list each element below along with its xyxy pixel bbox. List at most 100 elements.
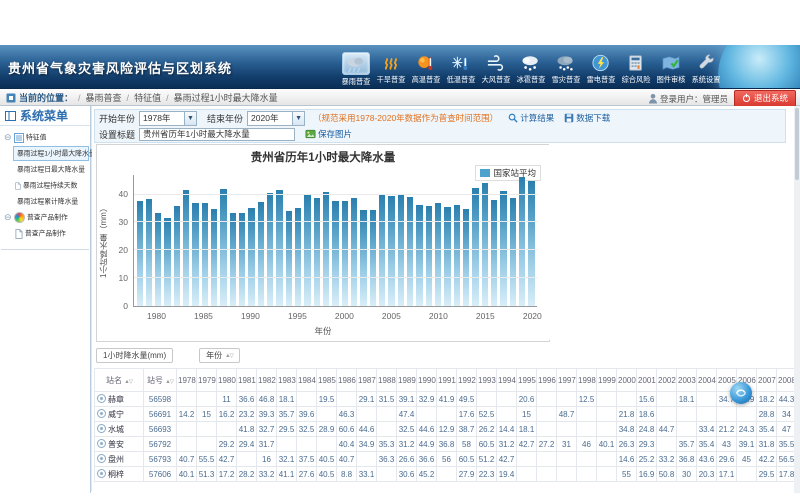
value-cell: 31.5 [377, 392, 397, 407]
year-column-header[interactable]: 1987 [357, 369, 377, 392]
station-name-cell[interactable]: 普安 [95, 437, 144, 452]
nav-settings[interactable]: 系统设置 [688, 52, 723, 87]
year-column-header[interactable]: 1984 [297, 369, 317, 392]
nav-snow[interactable]: 雪灾普查 [548, 52, 583, 87]
tree-group-products[interactable]: ⊖ 普查产品制作 [1, 210, 89, 225]
value-cell [617, 392, 637, 407]
collapse-icon[interactable]: ⊖ [4, 213, 12, 222]
row-expand-icon[interactable] [97, 439, 106, 448]
breadcrumb-segment[interactable]: 暴雨普查 [86, 91, 122, 104]
value-cell [577, 407, 597, 422]
year-column-header[interactable]: 2000 [617, 369, 637, 392]
value-cell: 28.8 [757, 407, 777, 422]
station-name-cell[interactable]: 水城 [95, 422, 144, 437]
year-column-header[interactable]: 1989 [397, 369, 417, 392]
scrollbar-thumb[interactable] [795, 108, 799, 180]
nav-composite-risk[interactable]: 综合风险 [618, 52, 653, 87]
year-column-header[interactable]: 2007 [757, 369, 777, 392]
end-year-select[interactable]: 2020年 ▼ [247, 111, 305, 126]
value-cell: 16.9 [637, 467, 657, 482]
year-column-header[interactable]: 2004 [697, 369, 717, 392]
row-expand-icon[interactable] [97, 454, 106, 463]
chart-title-input[interactable] [139, 128, 295, 141]
sidebar-item-hourly-max-precip[interactable]: 暴雨过程1小时最大降水量 [13, 146, 89, 161]
vertical-scrollbar[interactable] [794, 106, 800, 493]
sidebar-item-product-making[interactable]: 普查产品制作 [13, 226, 89, 241]
year-column-header[interactable]: 2008 [777, 369, 795, 392]
year-column-header[interactable]: 1986 [337, 369, 357, 392]
station-id-header[interactable]: 站号 ▲▽ [144, 369, 177, 392]
year-column-header[interactable]: 1995 [517, 369, 537, 392]
row-expand-icon[interactable] [97, 394, 106, 403]
bar [183, 190, 189, 307]
floating-widget[interactable] [730, 382, 752, 404]
station-name-cell[interactable]: 盘州 [95, 452, 144, 467]
value-cell [577, 467, 597, 482]
year-column-header[interactable]: 1998 [577, 369, 597, 392]
row-expand-icon[interactable] [97, 409, 106, 418]
sort-arrows-icon[interactable]: ▲▽ [225, 353, 233, 359]
year-column-header[interactable]: 1990 [417, 369, 437, 392]
bar [370, 210, 376, 306]
breadcrumb-segment[interactable]: 特征值 [134, 91, 161, 104]
row-expand-icon[interactable] [97, 469, 106, 478]
year-column-header[interactable]: 2001 [637, 369, 657, 392]
bar [286, 211, 292, 306]
year-column-header[interactable]: 1978 [177, 369, 197, 392]
nav-hail[interactable]: 冰雹普查 [513, 52, 548, 87]
tree-group-features[interactable]: ⊖ 特征值 [1, 130, 89, 145]
nav-rainstorm[interactable]: 暴雨普查 [338, 52, 373, 87]
year-column-header[interactable]: 1979 [197, 369, 217, 392]
year-column-header[interactable]: 1993 [477, 369, 497, 392]
logout-button[interactable]: 退出系统 [734, 90, 796, 107]
year-column-header[interactable]: 1983 [277, 369, 297, 392]
nav-drought[interactable]: 干旱普查 [373, 52, 408, 87]
nav-map-review[interactable]: 图件审核 [653, 52, 688, 87]
year-column-header[interactable]: 1980 [217, 369, 237, 392]
sort-arrows-icon[interactable]: ▲▽ [124, 379, 132, 385]
year-column-header[interactable]: 1985 [317, 369, 337, 392]
year-column-header[interactable]: 1982 [257, 369, 277, 392]
value-cell: 42.2 [757, 452, 777, 467]
screenshot-stage: 贵州省气象灾害风险评估与区划系统 暴雨普查 干旱普查 高温普查 [0, 0, 800, 500]
year-column-header[interactable]: 1996 [537, 369, 557, 392]
year-column-header[interactable]: 2002 [657, 369, 677, 392]
station-name-cell[interactable]: 桐梓 [95, 467, 144, 482]
sidebar-item-accumulated-precip[interactable]: 暴雨过程累计降水量 [13, 194, 89, 209]
save-image-button[interactable]: 保存图片 [305, 128, 352, 140]
value-cell: 11 [217, 392, 237, 407]
bar [463, 209, 469, 306]
year-column-header[interactable]: 1992 [457, 369, 477, 392]
calc-result-button[interactable]: 计算结果 [508, 112, 554, 124]
year-column-header[interactable]: 1988 [377, 369, 397, 392]
data-download-button[interactable]: 数据下载 [564, 112, 610, 124]
collapse-icon[interactable]: ⊖ [4, 133, 12, 142]
value-cell [557, 467, 577, 482]
nav-lightning[interactable]: 雷电普查 [583, 52, 618, 87]
nav-high-temp[interactable]: 高温普查 [408, 52, 443, 87]
sidebar-item-daily-max-precip[interactable]: 暴雨过程日最大降水量 [13, 162, 89, 177]
year-column-header[interactable]: 1981 [237, 369, 257, 392]
nav-low-temp[interactable]: 低温普查 [443, 52, 478, 87]
start-year-select[interactable]: 1978年 ▼ [139, 111, 197, 126]
year-column-header[interactable]: 1997 [557, 369, 577, 392]
station-name-cell[interactable]: 威宁 [95, 407, 144, 422]
measure-chip[interactable]: 1小时降水量(mm) [96, 348, 173, 363]
row-expand-icon[interactable] [97, 424, 106, 433]
year-column-header[interactable]: 2003 [677, 369, 697, 392]
value-cell: 48.7 [557, 407, 577, 422]
value-cell: 18.1 [277, 392, 297, 407]
year-column-header[interactable]: 1994 [497, 369, 517, 392]
breadcrumb-segment[interactable]: 暴雨过程1小时最大降水量 [174, 91, 278, 104]
group-by-year-chip[interactable]: 年份 ▲▽ [199, 348, 240, 363]
station-name-header[interactable]: 站名 ▲▽ [95, 369, 144, 392]
value-cell: 34.9 [357, 437, 377, 452]
station-name-cell[interactable]: 赫章 [95, 392, 144, 407]
rainstorm-icon [342, 52, 370, 75]
sidebar-item-duration-days[interactable]: 暴雨过程持续天数 [13, 178, 89, 193]
nav-wind[interactable]: 大风普查 [478, 52, 513, 87]
sort-arrows-icon[interactable]: ▲▽ [165, 379, 173, 385]
value-cell: 34 [777, 407, 795, 422]
year-column-header[interactable]: 1991 [437, 369, 457, 392]
year-column-header[interactable]: 1999 [597, 369, 617, 392]
